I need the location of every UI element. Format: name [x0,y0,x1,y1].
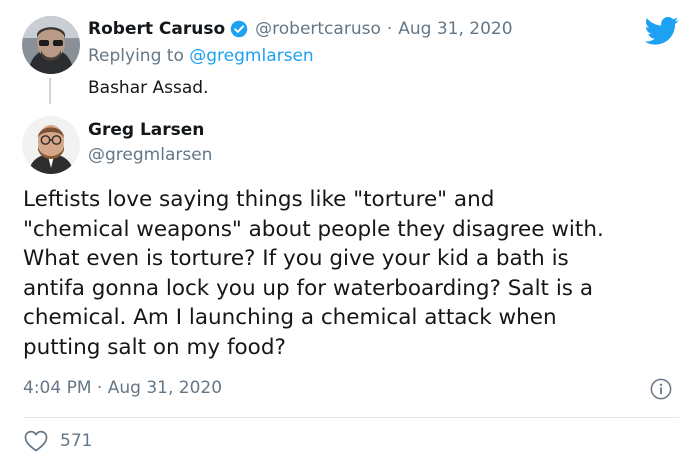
like-count: 571 [60,431,93,451]
like-button[interactable]: 571 [24,430,92,452]
tweet-time: 4:04 PM [23,378,92,398]
tweet-separator: · [96,378,103,398]
tweet-author-handle[interactable]: @gregmlarsen [88,145,212,165]
tweet-date: Aug 31, 2020 [107,378,223,398]
verified-badge-icon [230,20,248,38]
replying-to-prefix: Replying to [88,46,184,66]
tweet-timestamp[interactable]: 4:04 PM · Aug 31, 2020 [23,378,222,398]
tweet-author-name[interactable]: Greg Larsen [88,120,204,140]
reply-author-name[interactable]: Robert Caruso [88,19,225,39]
tweet-text: Leftists love saying things like "tortur… [23,187,604,360]
reply-separator: · [386,19,393,39]
reply-date[interactable]: Aug 31, 2020 [398,19,512,39]
reply-text: Bashar Assad. [88,78,209,98]
tweet-author-avatar[interactable] [22,116,80,174]
replying-to-mention[interactable]: @gregmlarsen [189,46,313,66]
twitter-bird-icon[interactable] [645,16,679,46]
thread-connector-line [49,78,51,104]
heart-icon [24,430,48,452]
reply-author-avatar[interactable] [22,16,80,74]
tweet-divider [23,417,679,418]
reply-author-handle[interactable]: @robertcaruso [255,19,381,39]
info-icon[interactable] [650,378,672,400]
reply-author-row: Robert Caruso @robertcaruso · Aug 31, 20… [88,16,513,42]
replying-to: Replying to @gregmlarsen [88,46,314,66]
